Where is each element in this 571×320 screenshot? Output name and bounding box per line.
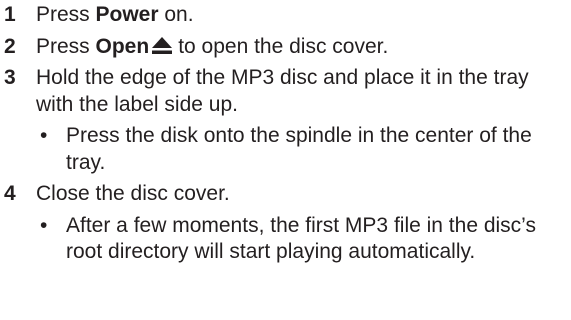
step-number: 1 <box>4 3 16 26</box>
step-3-bullet: • Press the disk onto the spindle in the… <box>4 123 564 176</box>
step-3: 3 Hold the edge of the MP3 disc and plac… <box>4 65 564 118</box>
step-text: Hold the edge of the MP3 disc and place … <box>36 66 529 116</box>
bullet-dot: • <box>40 124 48 147</box>
step-4: 4 Close the disc cover. <box>4 181 564 208</box>
step-number: 2 <box>4 34 16 58</box>
step-2: 2 Press Open to open the disc cover. <box>4 34 564 61</box>
step-text: Press Open to open the disc cover. <box>36 34 389 58</box>
step-number: 4 <box>4 182 16 205</box>
bullet-text: After a few moments, the first MP3 file … <box>66 213 536 264</box>
step-4-bullet: • After a few moments, the first MP3 fil… <box>4 213 564 266</box>
power-label: Power <box>95 3 159 26</box>
step-number: 3 <box>4 66 16 89</box>
open-label: Open <box>95 34 150 58</box>
step-1: 1 Press Power on. <box>4 2 564 29</box>
bullet-dot: • <box>40 213 48 237</box>
eject-icon <box>152 36 173 54</box>
instruction-list: 1 Press Power on. 2 Press Open to open th… <box>4 2 564 271</box>
step-text: Close the disc cover. <box>36 182 230 205</box>
step-text: Press Power on. <box>36 3 194 26</box>
bullet-text: Press the disk onto the spindle in the c… <box>66 124 532 174</box>
